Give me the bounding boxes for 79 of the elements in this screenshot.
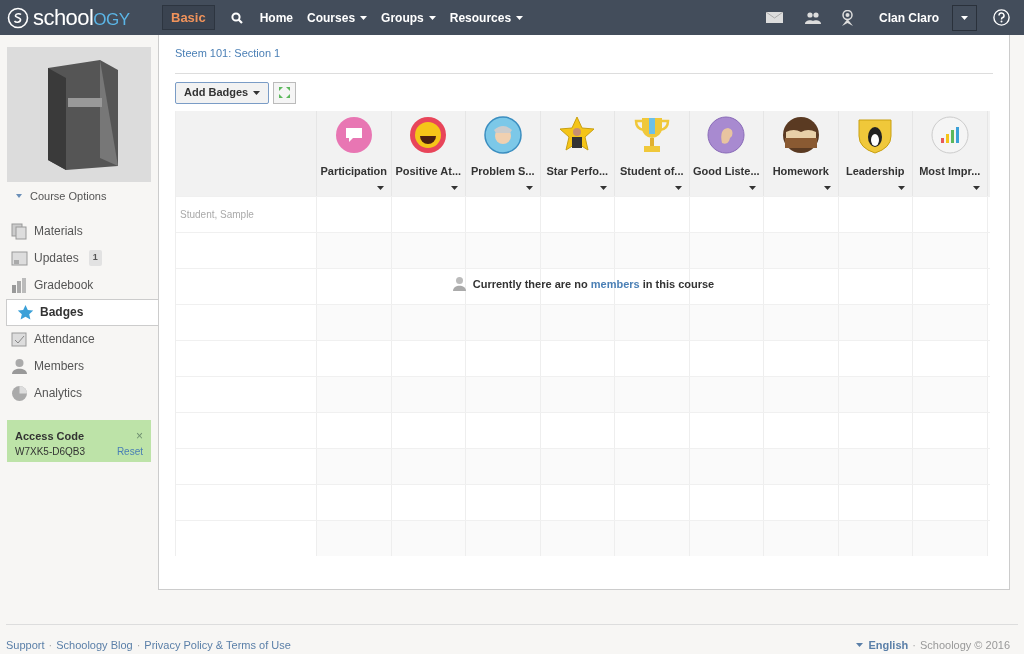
sidebar-item[interactable]: Gradebook <box>0 271 158 299</box>
sidebar-item[interactable]: Materials <box>0 217 158 245</box>
sidebar-item[interactable]: Attendance <box>0 325 158 353</box>
caret-icon <box>961 15 968 20</box>
sidebar-item[interactable]: Analytics <box>0 379 158 407</box>
badge-icon <box>930 115 969 154</box>
badge-column-header[interactable]: Leadership <box>838 110 913 196</box>
person-icon <box>451 276 467 292</box>
caret-icon <box>360 15 368 20</box>
badge-icon <box>483 115 522 154</box>
count-badge: 1 <box>88 250 102 266</box>
sidebar-item-icon <box>11 330 28 348</box>
badge-icon <box>334 115 373 154</box>
access-code-title: Access Code <box>15 428 85 444</box>
help-icon[interactable] <box>993 9 1010 26</box>
caret-icon <box>600 185 607 190</box>
nav-link[interactable]: Courses <box>300 8 375 27</box>
sidebar-item[interactable]: Members <box>0 352 158 380</box>
separator: · <box>136 638 141 653</box>
badge-column-header[interactable]: Homework <box>764 110 839 196</box>
user-name[interactable]: Clan Claro <box>879 8 939 27</box>
members-link[interactable]: members <box>590 277 640 290</box>
student-name: Student, Sample <box>180 207 254 222</box>
sidebar-item-icon <box>11 357 28 375</box>
caret-icon <box>823 185 831 190</box>
access-code: W7XK5-D6QB3 <box>15 445 86 459</box>
caret-icon <box>972 185 980 190</box>
copyright: Schoology © 2016 <box>919 638 1010 653</box>
caret-icon <box>376 185 384 190</box>
course-options-link[interactable]: Course Options <box>30 188 107 205</box>
badge-column-header[interactable]: Student of... <box>615 110 690 196</box>
language-link[interactable]: English <box>868 637 909 654</box>
sidebar-item-icon <box>11 384 28 402</box>
sidebar-item-icon <box>11 249 28 267</box>
caret-icon <box>428 15 436 20</box>
caret-icon <box>898 185 905 190</box>
badge-icon <box>707 115 746 154</box>
sidebar-item-icon <box>17 303 34 321</box>
badge-icon <box>558 115 597 154</box>
breadcrumb-link[interactable]: Steem 101: Section 1 <box>175 45 993 74</box>
logo-text[interactable]: schoolOGY <box>33 6 130 29</box>
expand-icon <box>278 86 292 99</box>
badge-column-header[interactable]: Problem S... <box>466 110 541 196</box>
separator: · <box>912 638 916 653</box>
caret-icon <box>674 185 682 190</box>
badge-column-header[interactable]: Positive At... <box>391 110 466 196</box>
nav-link[interactable]: Groups <box>374 8 443 27</box>
footer-link[interactable]: Privacy Policy & Terms of Use <box>144 637 291 654</box>
caret-icon <box>451 185 458 190</box>
sidebar-item[interactable]: Badges <box>6 298 158 326</box>
caret-icon <box>749 185 756 190</box>
caret-icon <box>253 90 261 95</box>
badge-icon <box>781 115 820 154</box>
badge-icon <box>632 115 671 154</box>
notification-icon[interactable] <box>841 9 854 26</box>
caret-icon <box>525 185 533 190</box>
footer-link[interactable]: Support <box>6 637 45 654</box>
nav-link[interactable]: Resources <box>442 8 531 27</box>
sidebar-item[interactable]: Updates 1 <box>0 244 158 272</box>
badge-column-header[interactable]: Good Liste... <box>689 110 764 196</box>
sidebar-item-icon <box>11 276 28 294</box>
badge-column-header[interactable]: Star Perfo... <box>540 110 615 196</box>
add-badges-button[interactable]: Add Badges <box>175 81 270 104</box>
caret-icon <box>516 15 524 20</box>
separator: · <box>48 638 53 653</box>
sidebar-item-icon <box>11 222 28 240</box>
basic-mode-button[interactable]: Basic <box>162 5 215 30</box>
footer-link[interactable]: Schoology Blog <box>56 637 133 654</box>
badge-column-header[interactable]: Most Impr... <box>913 110 988 196</box>
badge-icon <box>409 115 448 154</box>
caret-icon <box>16 194 22 199</box>
empty-message: Currently there are no members in this course <box>472 276 715 292</box>
logo-icon <box>7 6 29 29</box>
user-menu-button[interactable] <box>952 4 977 31</box>
caret-icon <box>855 643 863 648</box>
nav-link[interactable]: Home <box>252 8 301 27</box>
search-icon[interactable] <box>230 11 243 24</box>
badge-column-header[interactable]: Participation <box>317 110 392 196</box>
people-icon[interactable] <box>805 11 821 24</box>
